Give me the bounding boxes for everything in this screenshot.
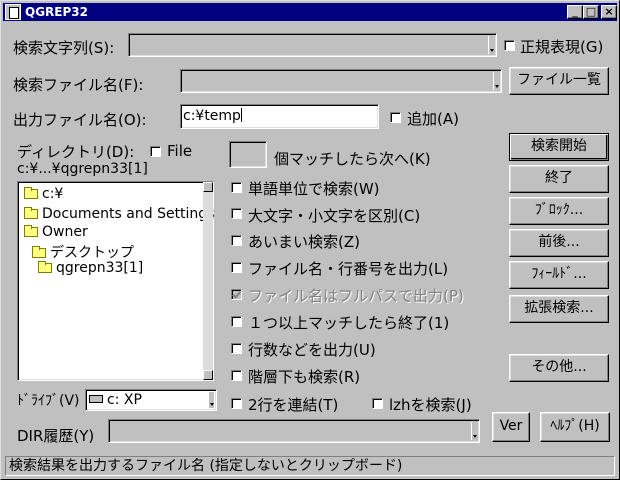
match-count-label: 個マッチしたら次へ(K) xyxy=(274,150,431,168)
folder-open-icon xyxy=(38,261,52,273)
tree-item-documents-and-settings[interactable]: Documents and Settings xyxy=(24,206,214,222)
file-checkbox[interactable] xyxy=(150,146,161,157)
output-value: c:¥temp xyxy=(183,108,241,124)
match-count-input[interactable] xyxy=(229,141,267,168)
close-button[interactable]: × xyxy=(601,5,617,19)
scroll-down-button[interactable] xyxy=(203,370,213,380)
option-label-fuzzy: あいまい検索(Z) xyxy=(248,233,360,251)
output-label: 出力ファイル名(O): xyxy=(13,111,147,129)
text-cursor xyxy=(240,108,242,122)
chevron-down-icon[interactable] xyxy=(488,36,494,54)
scroll-up-button[interactable] xyxy=(203,182,213,192)
file-name-label: 検索ファイル名(F): xyxy=(13,76,144,94)
tree-item-qgrepn33[interactable]: qgrepn33[1] xyxy=(38,260,143,276)
directory-tree[interactable]: c:¥ Documents and Settings Owner デスクトップ … xyxy=(17,181,214,381)
quit-button[interactable]: 終了 xyxy=(509,165,609,193)
field-button[interactable]: ﾌｨｰﾙﾄﾞ... xyxy=(509,261,609,289)
file-list-button[interactable]: ファイル一覧 xyxy=(509,67,609,95)
tree-scrollbar[interactable] xyxy=(203,182,213,380)
tree-item-owner[interactable]: Owner xyxy=(24,224,88,240)
option-label-output-count: 行数などを出力(U) xyxy=(248,341,376,359)
option-checkbox-stop-after-match[interactable] xyxy=(231,316,242,327)
chevron-down-icon[interactable] xyxy=(493,72,499,90)
output-input[interactable]: c:¥temp xyxy=(180,104,379,129)
option-checkbox-recursive[interactable] xyxy=(231,370,242,381)
option-label-filename-line: ファイル名・行番号を出力(L) xyxy=(248,260,449,278)
tree-item-desktop[interactable]: デスクトップ xyxy=(32,242,134,262)
option-label-word: 単語単位で検索(W) xyxy=(248,180,380,198)
maximize-button[interactable]: □ xyxy=(583,5,599,19)
folder-open-icon xyxy=(24,187,38,199)
file-name-combo[interactable] xyxy=(180,69,502,93)
window-title: QGREP32 xyxy=(25,5,88,19)
folder-open-icon xyxy=(24,225,38,237)
drive-select[interactable]: c: XP xyxy=(85,389,217,411)
start-search-button[interactable]: 検索開始 xyxy=(509,133,609,161)
lzh-checkbox[interactable] xyxy=(372,398,383,409)
minimize-button[interactable]: _ xyxy=(567,5,583,19)
app-icon xyxy=(5,4,21,20)
option-label-case: 大文字・小文字を区別(C) xyxy=(248,207,421,225)
before-after-button[interactable]: 前後... xyxy=(509,229,609,257)
option-checkbox-fullpath[interactable] xyxy=(231,289,242,300)
qgrep-window: QGREP32 _ □ × 検索文字列(S): 正規表現(G) 検索ファイル名(… xyxy=(0,0,620,480)
search-label: 検索文字列(S): xyxy=(13,39,115,57)
lzh-label: lzhを検索(J) xyxy=(389,396,472,414)
chevron-down-icon[interactable] xyxy=(471,422,477,440)
file-checkbox-label: File xyxy=(167,142,193,160)
option-label-recursive: 階層下も検索(R) xyxy=(248,368,361,386)
folder-open-icon xyxy=(24,207,38,219)
ver-button[interactable]: Ver xyxy=(492,412,530,442)
option-checkbox-word[interactable] xyxy=(231,182,242,193)
block-button[interactable]: ﾌﾞﾛｯｸ... xyxy=(509,197,609,225)
append-label: 追加(A) xyxy=(407,110,459,128)
option-label-fullpath: ファイル名はフルパスで出力(P) xyxy=(248,287,464,305)
other-button[interactable]: その他... xyxy=(509,354,609,382)
help-button[interactable]: ﾍﾙﾌﾟ(H) xyxy=(540,412,610,442)
append-checkbox[interactable] xyxy=(390,112,401,123)
directory-label: ディレクトリ(D): xyxy=(17,143,135,161)
regex-checkbox[interactable] xyxy=(504,40,515,51)
search-combo[interactable] xyxy=(128,33,497,57)
option-checkbox-output-count[interactable] xyxy=(231,343,242,354)
option-checkbox-case[interactable] xyxy=(231,208,242,219)
option-checkbox-fuzzy[interactable] xyxy=(231,235,242,246)
option-label-stop-after-match: １つ以上マッチしたら終了(1) xyxy=(248,314,450,332)
directory-path: c:¥...¥qgrepn33[1] xyxy=(17,161,148,177)
extended-search-button[interactable]: 拡張検索... xyxy=(509,295,609,323)
status-bar: 検索結果を出力するファイル名 (指定しないとクリップボード) xyxy=(5,456,615,476)
tree-item-c[interactable]: c:¥ xyxy=(24,186,63,202)
dir-history-label: DIR履歴(Y) xyxy=(17,427,95,445)
drive-icon xyxy=(89,395,103,403)
option-label-join-lines: 2行を連結(T) xyxy=(248,396,339,414)
chevron-down-icon[interactable] xyxy=(208,392,214,408)
drive-label: ﾄﾞﾗｲﾌﾞ(V) xyxy=(17,393,80,409)
folder-open-icon xyxy=(32,246,46,258)
option-checkbox-filename-line[interactable] xyxy=(231,262,242,273)
dir-history-combo[interactable] xyxy=(108,419,480,443)
regex-label: 正規表現(G) xyxy=(520,38,604,56)
option-checkbox-join-lines[interactable] xyxy=(231,398,242,409)
drive-value: c: XP xyxy=(107,392,142,408)
title-bar: QGREP32 _ □ × xyxy=(3,3,617,21)
